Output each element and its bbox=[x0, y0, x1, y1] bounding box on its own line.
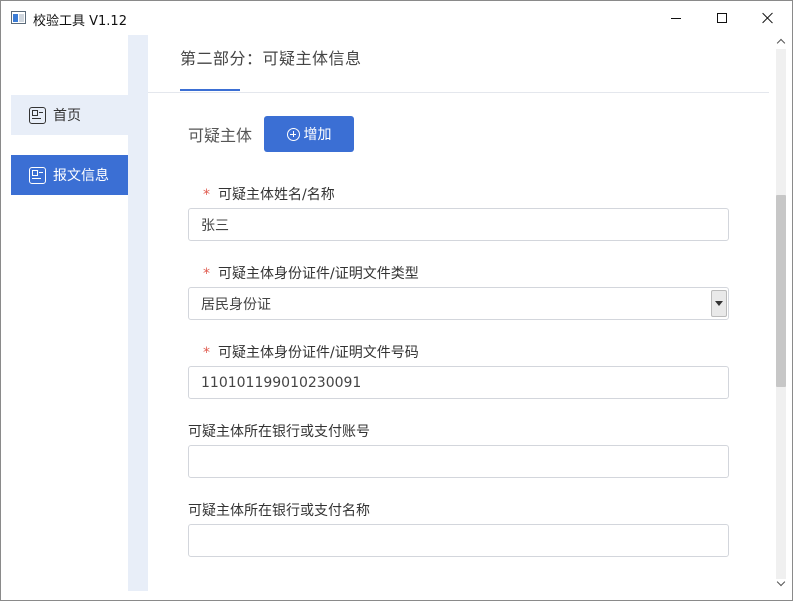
minimize-button[interactable] bbox=[653, 1, 699, 35]
plus-circle-icon bbox=[286, 127, 300, 141]
main-content: 第二部分：可疑主体信息 可疑主体 增加 * 可疑主体姓名/名称 张三 * 可疑主体身… bbox=[148, 35, 769, 591]
tab-divider bbox=[148, 92, 769, 93]
add-button-label: 增加 bbox=[303, 127, 332, 143]
vertical-scrollbar[interactable] bbox=[769, 35, 791, 591]
sidebar-item-report-info[interactable]: 报文信息 bbox=[11, 155, 128, 195]
window-title: 校验工具 V1.12 bbox=[33, 14, 127, 29]
sidebar-item-label: 首页 bbox=[53, 108, 81, 124]
bank-name-field-label: 可疑主体所在银行或支付名称 bbox=[188, 503, 370, 519]
name-field-value: 张三 bbox=[201, 217, 229, 234]
bank-name-field[interactable] bbox=[188, 524, 729, 557]
close-icon bbox=[762, 12, 774, 24]
sidebar-item-label: 报文信息 bbox=[53, 168, 109, 184]
required-mark: * bbox=[203, 266, 210, 282]
name-field[interactable]: 张三 bbox=[188, 208, 729, 241]
maximize-icon bbox=[717, 13, 727, 23]
id-type-field-label: * 可疑主体身份证件/证明文件类型 bbox=[203, 266, 419, 282]
app-icon bbox=[11, 11, 26, 24]
account-field-label: 可疑主体所在银行或支付账号 bbox=[188, 424, 370, 440]
chevron-down-icon[interactable] bbox=[711, 290, 727, 317]
scroll-down-icon[interactable] bbox=[777, 579, 785, 587]
page-icon bbox=[29, 106, 46, 124]
app-window: 校验工具 V1.12 首页 报文信息 第二部分：可疑主体信息 可疑主体 增加 *… bbox=[0, 0, 793, 601]
id-number-field-value: 110101199010230091 bbox=[201, 374, 362, 391]
subject-group-label: 可疑主体 bbox=[188, 126, 253, 145]
required-mark: * bbox=[203, 345, 210, 361]
account-field[interactable] bbox=[188, 445, 729, 478]
close-button[interactable] bbox=[745, 1, 791, 35]
id-number-field-label: * 可疑主体身份证件/证明文件号码 bbox=[203, 345, 419, 361]
sidebar-item-home[interactable]: 首页 bbox=[11, 95, 128, 135]
maximize-button[interactable] bbox=[699, 1, 745, 35]
add-subject-button[interactable]: 增加 bbox=[264, 116, 354, 152]
scroll-thumb[interactable] bbox=[776, 195, 786, 387]
name-field-label: * 可疑主体姓名/名称 bbox=[203, 187, 335, 203]
id-number-field[interactable]: 110101199010230091 bbox=[188, 366, 729, 399]
title-bar: 校验工具 V1.12 bbox=[1, 1, 792, 35]
sidebar: 首页 报文信息 bbox=[1, 35, 128, 591]
sidebar-divider-strip bbox=[128, 35, 148, 591]
id-type-select-value: 居民身份证 bbox=[201, 296, 271, 313]
page-icon bbox=[29, 166, 46, 184]
id-type-select[interactable]: 居民身份证 bbox=[188, 287, 729, 320]
required-mark: * bbox=[203, 187, 210, 203]
scroll-up-icon[interactable] bbox=[777, 37, 785, 45]
active-tab-indicator bbox=[180, 89, 240, 91]
minimize-icon bbox=[671, 17, 681, 19]
tab-suspicious-subject-info[interactable]: 第二部分：可疑主体信息 bbox=[180, 45, 362, 69]
